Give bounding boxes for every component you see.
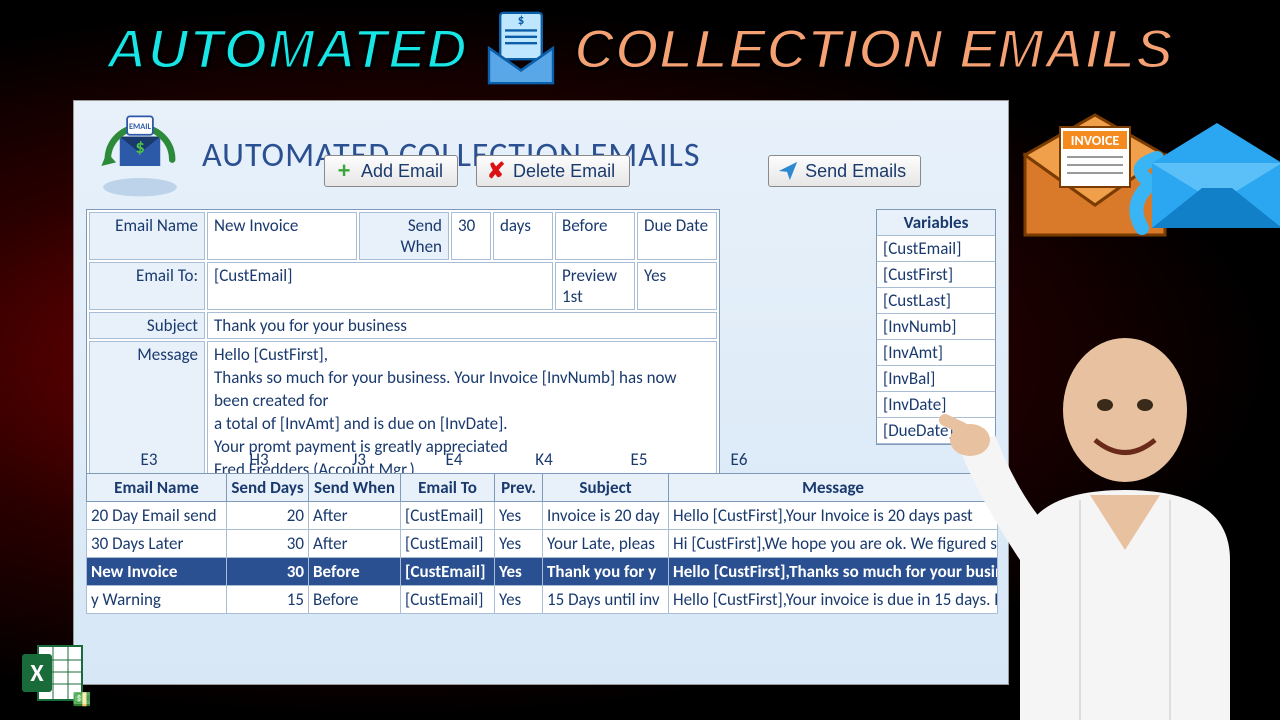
label-subject: Subject bbox=[89, 312, 205, 339]
send-emails-button[interactable]: Send Emails bbox=[768, 155, 921, 187]
field-before[interactable]: Before bbox=[555, 212, 635, 260]
emails-table: Email NameSend DaysSend WhenEmail ToPrev… bbox=[86, 473, 998, 614]
table-header[interactable]: Send When bbox=[309, 474, 401, 502]
label-email-name: Email Name bbox=[89, 212, 205, 260]
svg-text:EMAIL: EMAIL bbox=[129, 122, 151, 132]
x-icon: ✘ bbox=[485, 160, 507, 182]
blue-mail-icon bbox=[1122, 108, 1280, 258]
svg-text:$: $ bbox=[518, 13, 525, 28]
svg-text:X: X bbox=[30, 659, 44, 688]
presenter-figure bbox=[920, 300, 1280, 720]
cell-ref: K4 bbox=[504, 449, 584, 470]
cell-ref: H3 bbox=[204, 449, 314, 470]
delete-email-label: Delete Email bbox=[513, 161, 615, 182]
field-subject[interactable]: Thank you for your business bbox=[207, 312, 717, 339]
cell-refs-row: E3H3J3E4K4E5E6 bbox=[94, 449, 784, 470]
excel-badge-icon: X 💵 bbox=[20, 638, 90, 708]
add-email-label: Add Email bbox=[361, 161, 443, 182]
toolbar: + Add Email ✘ Delete Email Send Emails bbox=[74, 153, 921, 195]
label-preview-1st: Preview 1st bbox=[555, 262, 635, 310]
receipt-mail-icon: $ bbox=[476, 8, 566, 88]
table-header[interactable]: Subject bbox=[543, 474, 669, 502]
variable-item[interactable]: [CustFirst] bbox=[877, 262, 995, 288]
label-email-to: Email To: bbox=[89, 262, 205, 310]
table-header[interactable]: Send Days bbox=[227, 474, 309, 502]
add-email-button[interactable]: + Add Email bbox=[324, 155, 458, 187]
label-send-when: Send When bbox=[359, 212, 449, 260]
title-word-1: AUTOMATED bbox=[106, 16, 468, 81]
cell-ref: E5 bbox=[584, 449, 694, 470]
delete-email-button[interactable]: ✘ Delete Email bbox=[476, 155, 630, 187]
table-row[interactable]: New Invoice30Before[CustEmail]YesThank y… bbox=[87, 558, 998, 586]
svg-text:INVOICE: INVOICE bbox=[1071, 132, 1120, 149]
field-email-name[interactable]: New Invoice bbox=[207, 212, 357, 260]
variable-item[interactable]: [CustEmail] bbox=[877, 236, 995, 262]
table-header[interactable]: Prev. bbox=[495, 474, 543, 502]
email-form: Email Name New Invoice Send When 30 days… bbox=[86, 209, 720, 488]
variables-header: Variables bbox=[877, 210, 995, 236]
field-email-to[interactable]: [CustEmail] bbox=[207, 262, 553, 310]
title-word-2: COLLECTION EMAILS bbox=[574, 16, 1174, 81]
svg-text:💵: 💵 bbox=[72, 688, 90, 708]
cell-ref: E3 bbox=[94, 449, 204, 470]
table-row[interactable]: 20 Day Email send20After[CustEmail]YesIn… bbox=[87, 502, 998, 530]
send-icon bbox=[777, 160, 799, 182]
table-row[interactable]: 30 Days Later30After[CustEmail]YesYour L… bbox=[87, 530, 998, 558]
field-send-when-num[interactable]: 30 bbox=[451, 212, 491, 260]
field-preview-1st[interactable]: Yes bbox=[637, 262, 717, 310]
title-banner: AUTOMATED $ COLLECTION EMAILS bbox=[0, 0, 1280, 88]
table-header[interactable]: Email To bbox=[401, 474, 495, 502]
table-header[interactable]: Email Name bbox=[87, 474, 227, 502]
table-row[interactable]: y Warning15Before[CustEmail]Yes15 Days u… bbox=[87, 586, 998, 614]
plus-icon: + bbox=[333, 160, 355, 182]
cell-ref: J3 bbox=[314, 449, 404, 470]
cell-ref: E4 bbox=[404, 449, 504, 470]
send-emails-label: Send Emails bbox=[805, 161, 906, 182]
label-due-date: Due Date bbox=[637, 212, 717, 260]
app-panel: EMAIL $ AUTOMATED COLLECTION EMAILS + Ad… bbox=[73, 100, 1009, 685]
cell-ref: E6 bbox=[694, 449, 784, 470]
label-days: days bbox=[493, 212, 553, 260]
